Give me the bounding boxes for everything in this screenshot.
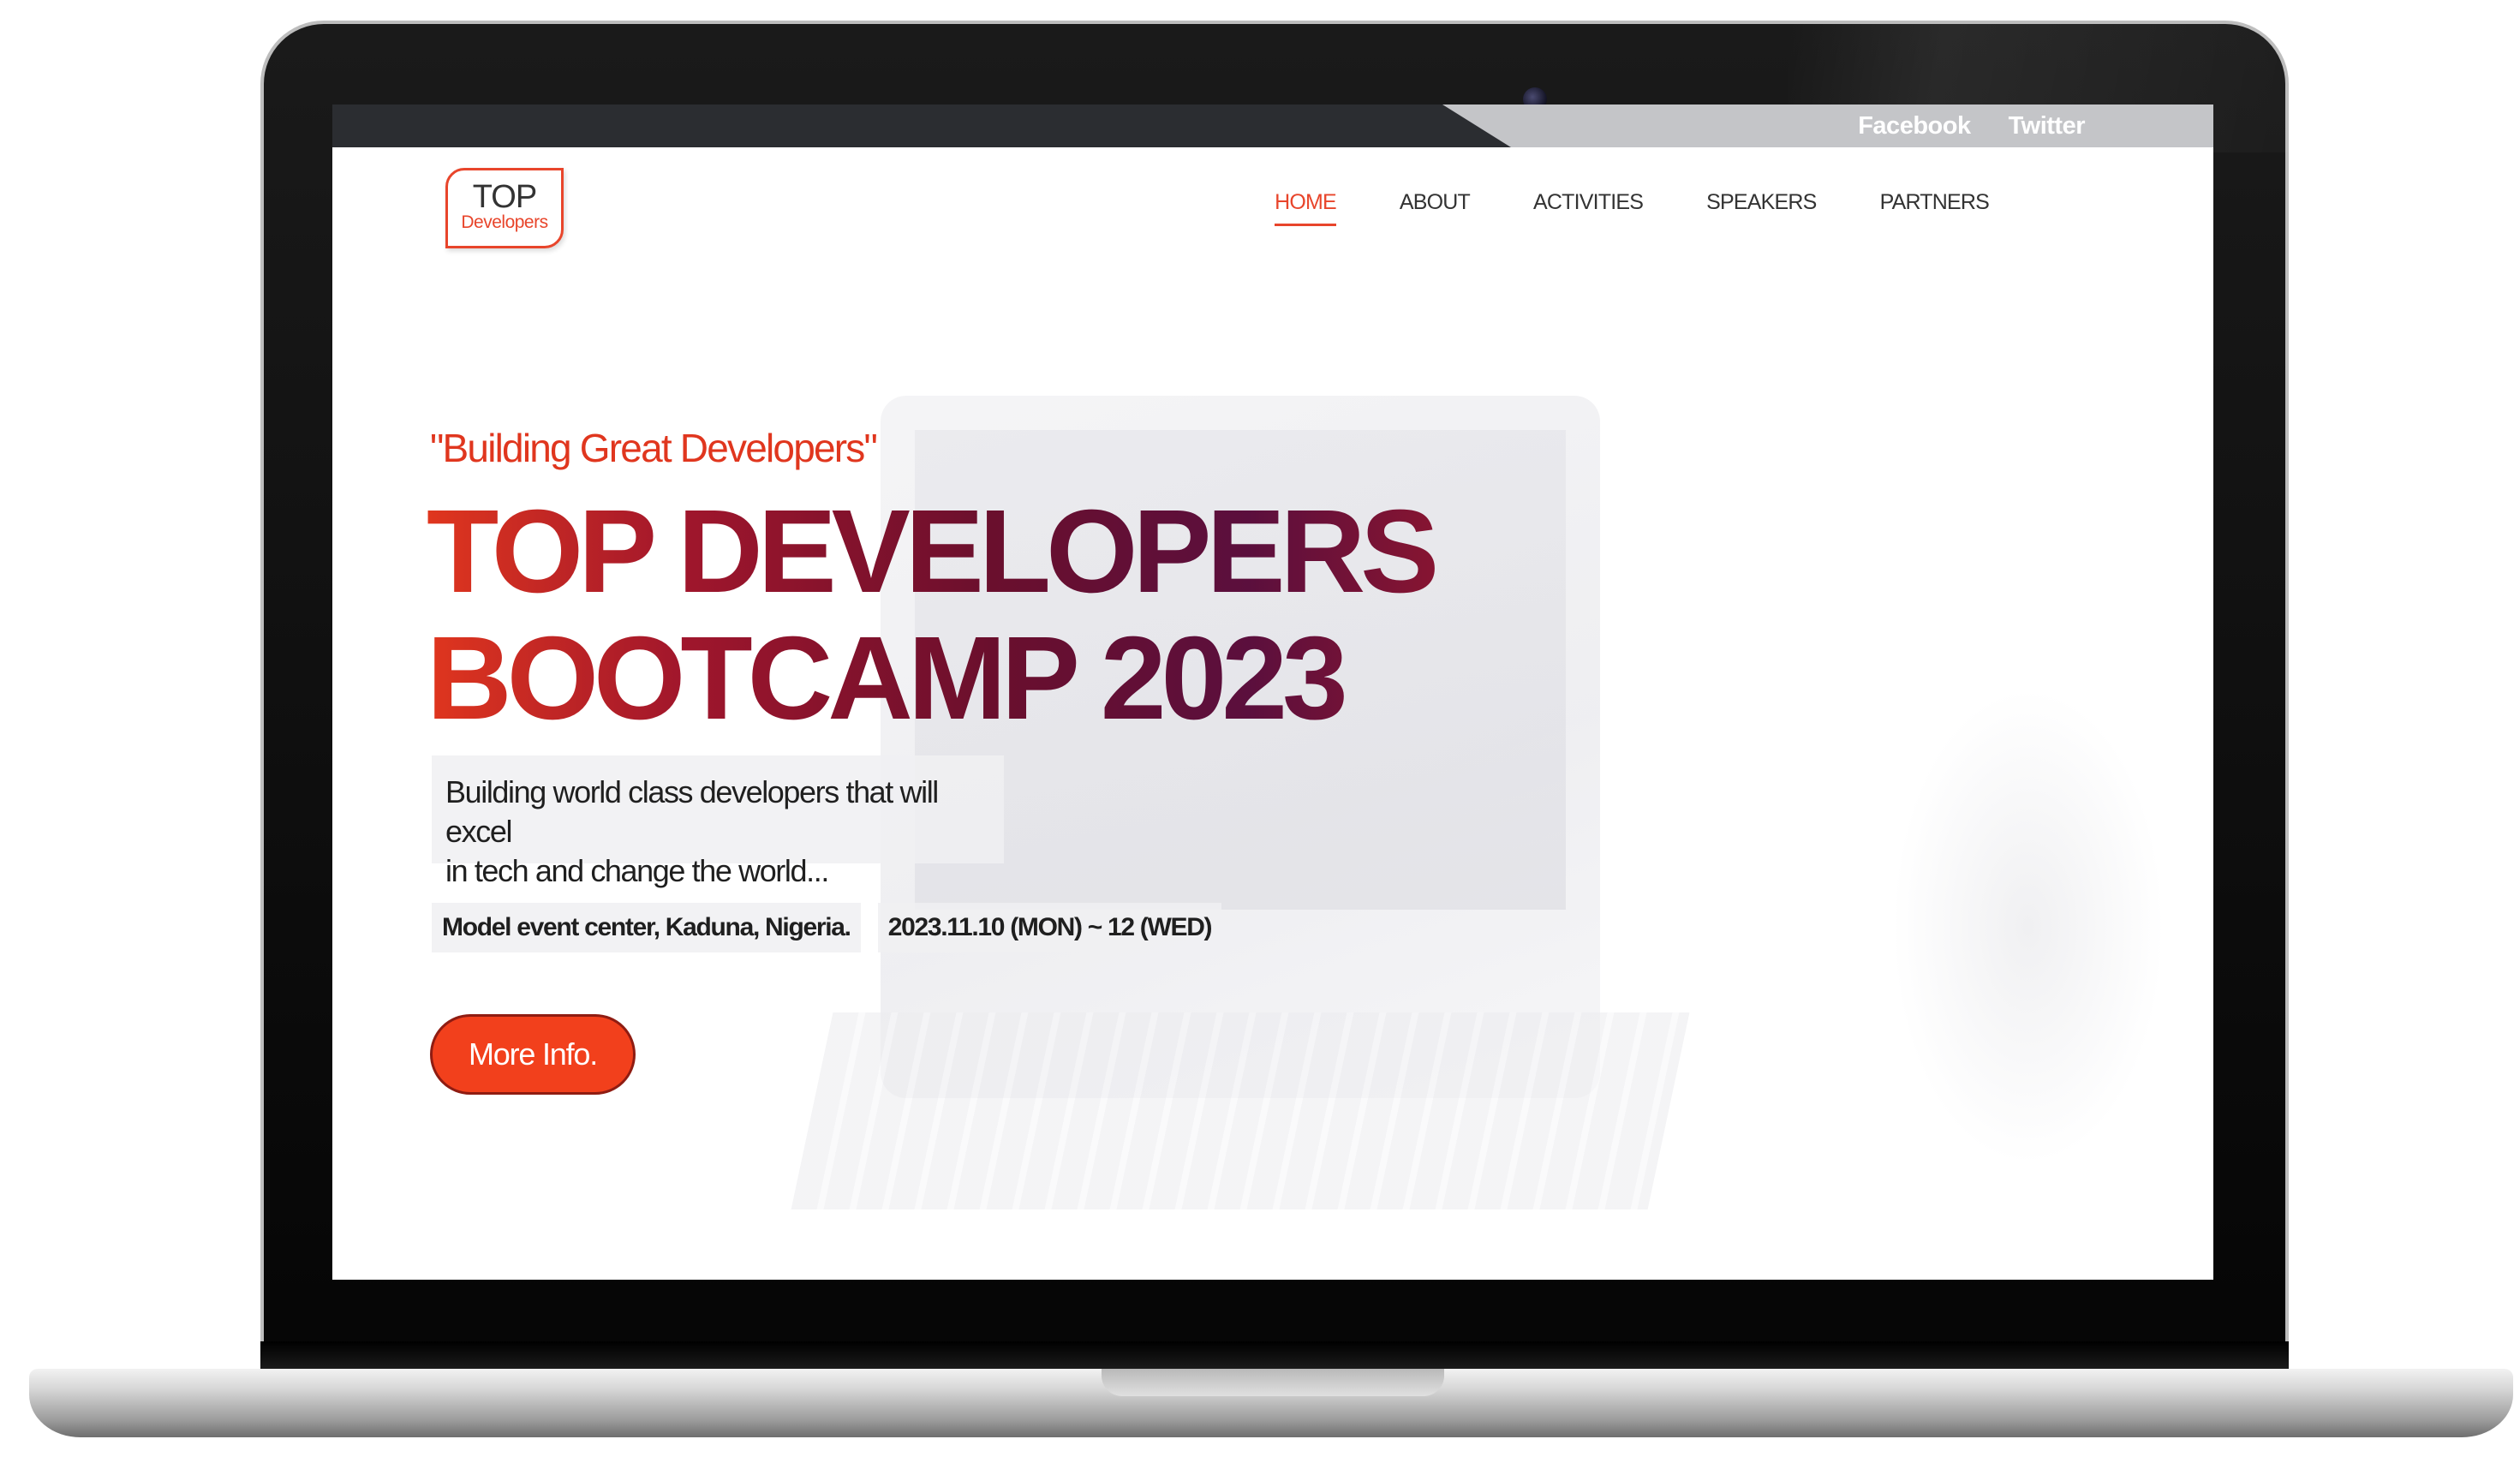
nav-item-speakers[interactable]: SPEAKERS: [1706, 190, 1817, 226]
hero-title: TOP DEVELOPERS BOOTCAMP 2023: [427, 488, 1454, 742]
logo-top-text: TOP: [472, 179, 537, 215]
background-photo-object: [1891, 687, 2165, 1167]
social-links: Facebook Twitter: [1858, 105, 2085, 147]
twitter-link[interactable]: Twitter: [2009, 112, 2086, 140]
hero-title-line1: TOP DEVELOPERS: [427, 486, 1435, 618]
background-photo-keyboard: [791, 1012, 1690, 1209]
hero-tagline: "Building Great Developers": [430, 426, 878, 470]
event-dates: 2023.11.10 (MON) ~ 12 (WED): [877, 903, 1222, 952]
top-bar: Facebook Twitter: [332, 105, 2213, 147]
facebook-link[interactable]: Facebook: [1858, 112, 1971, 140]
more-info-button[interactable]: More Info.: [430, 1014, 636, 1095]
main-nav: HOME ABOUT ACTIVITIES SPEAKERS PARTNERS: [1275, 190, 1990, 226]
hero-description-line1: Building world class developers that wil…: [445, 774, 939, 849]
website-screen: Facebook Twitter TOP Developers HOME ABO…: [332, 105, 2213, 1280]
nav-item-about[interactable]: ABOUT: [1400, 190, 1471, 226]
nav-item-home[interactable]: HOME: [1275, 190, 1337, 226]
event-location: Model event center, Kaduna, Nigeria.: [432, 903, 861, 952]
laptop-base-notch: [1102, 1369, 1444, 1396]
hero-description: Building world class developers that wil…: [432, 755, 1004, 888]
hero-description-line2: in tech and change the world...: [445, 853, 829, 888]
laptop-hinge: [260, 1341, 2289, 1369]
site-logo[interactable]: TOP Developers: [445, 168, 564, 248]
nav-item-partners[interactable]: PARTNERS: [1880, 190, 1990, 226]
event-info: Model event center, Kaduna, Nigeria. 202…: [432, 903, 1222, 952]
nav-item-activities[interactable]: ACTIVITIES: [1533, 190, 1644, 226]
hero-title-line2: BOOTCAMP 2023: [427, 612, 1343, 744]
laptop-mockup: Facebook Twitter TOP Developers HOME ABO…: [0, 0, 2520, 1469]
social-bar: [1442, 105, 2213, 147]
logo-sub-text: Developers: [461, 212, 548, 232]
